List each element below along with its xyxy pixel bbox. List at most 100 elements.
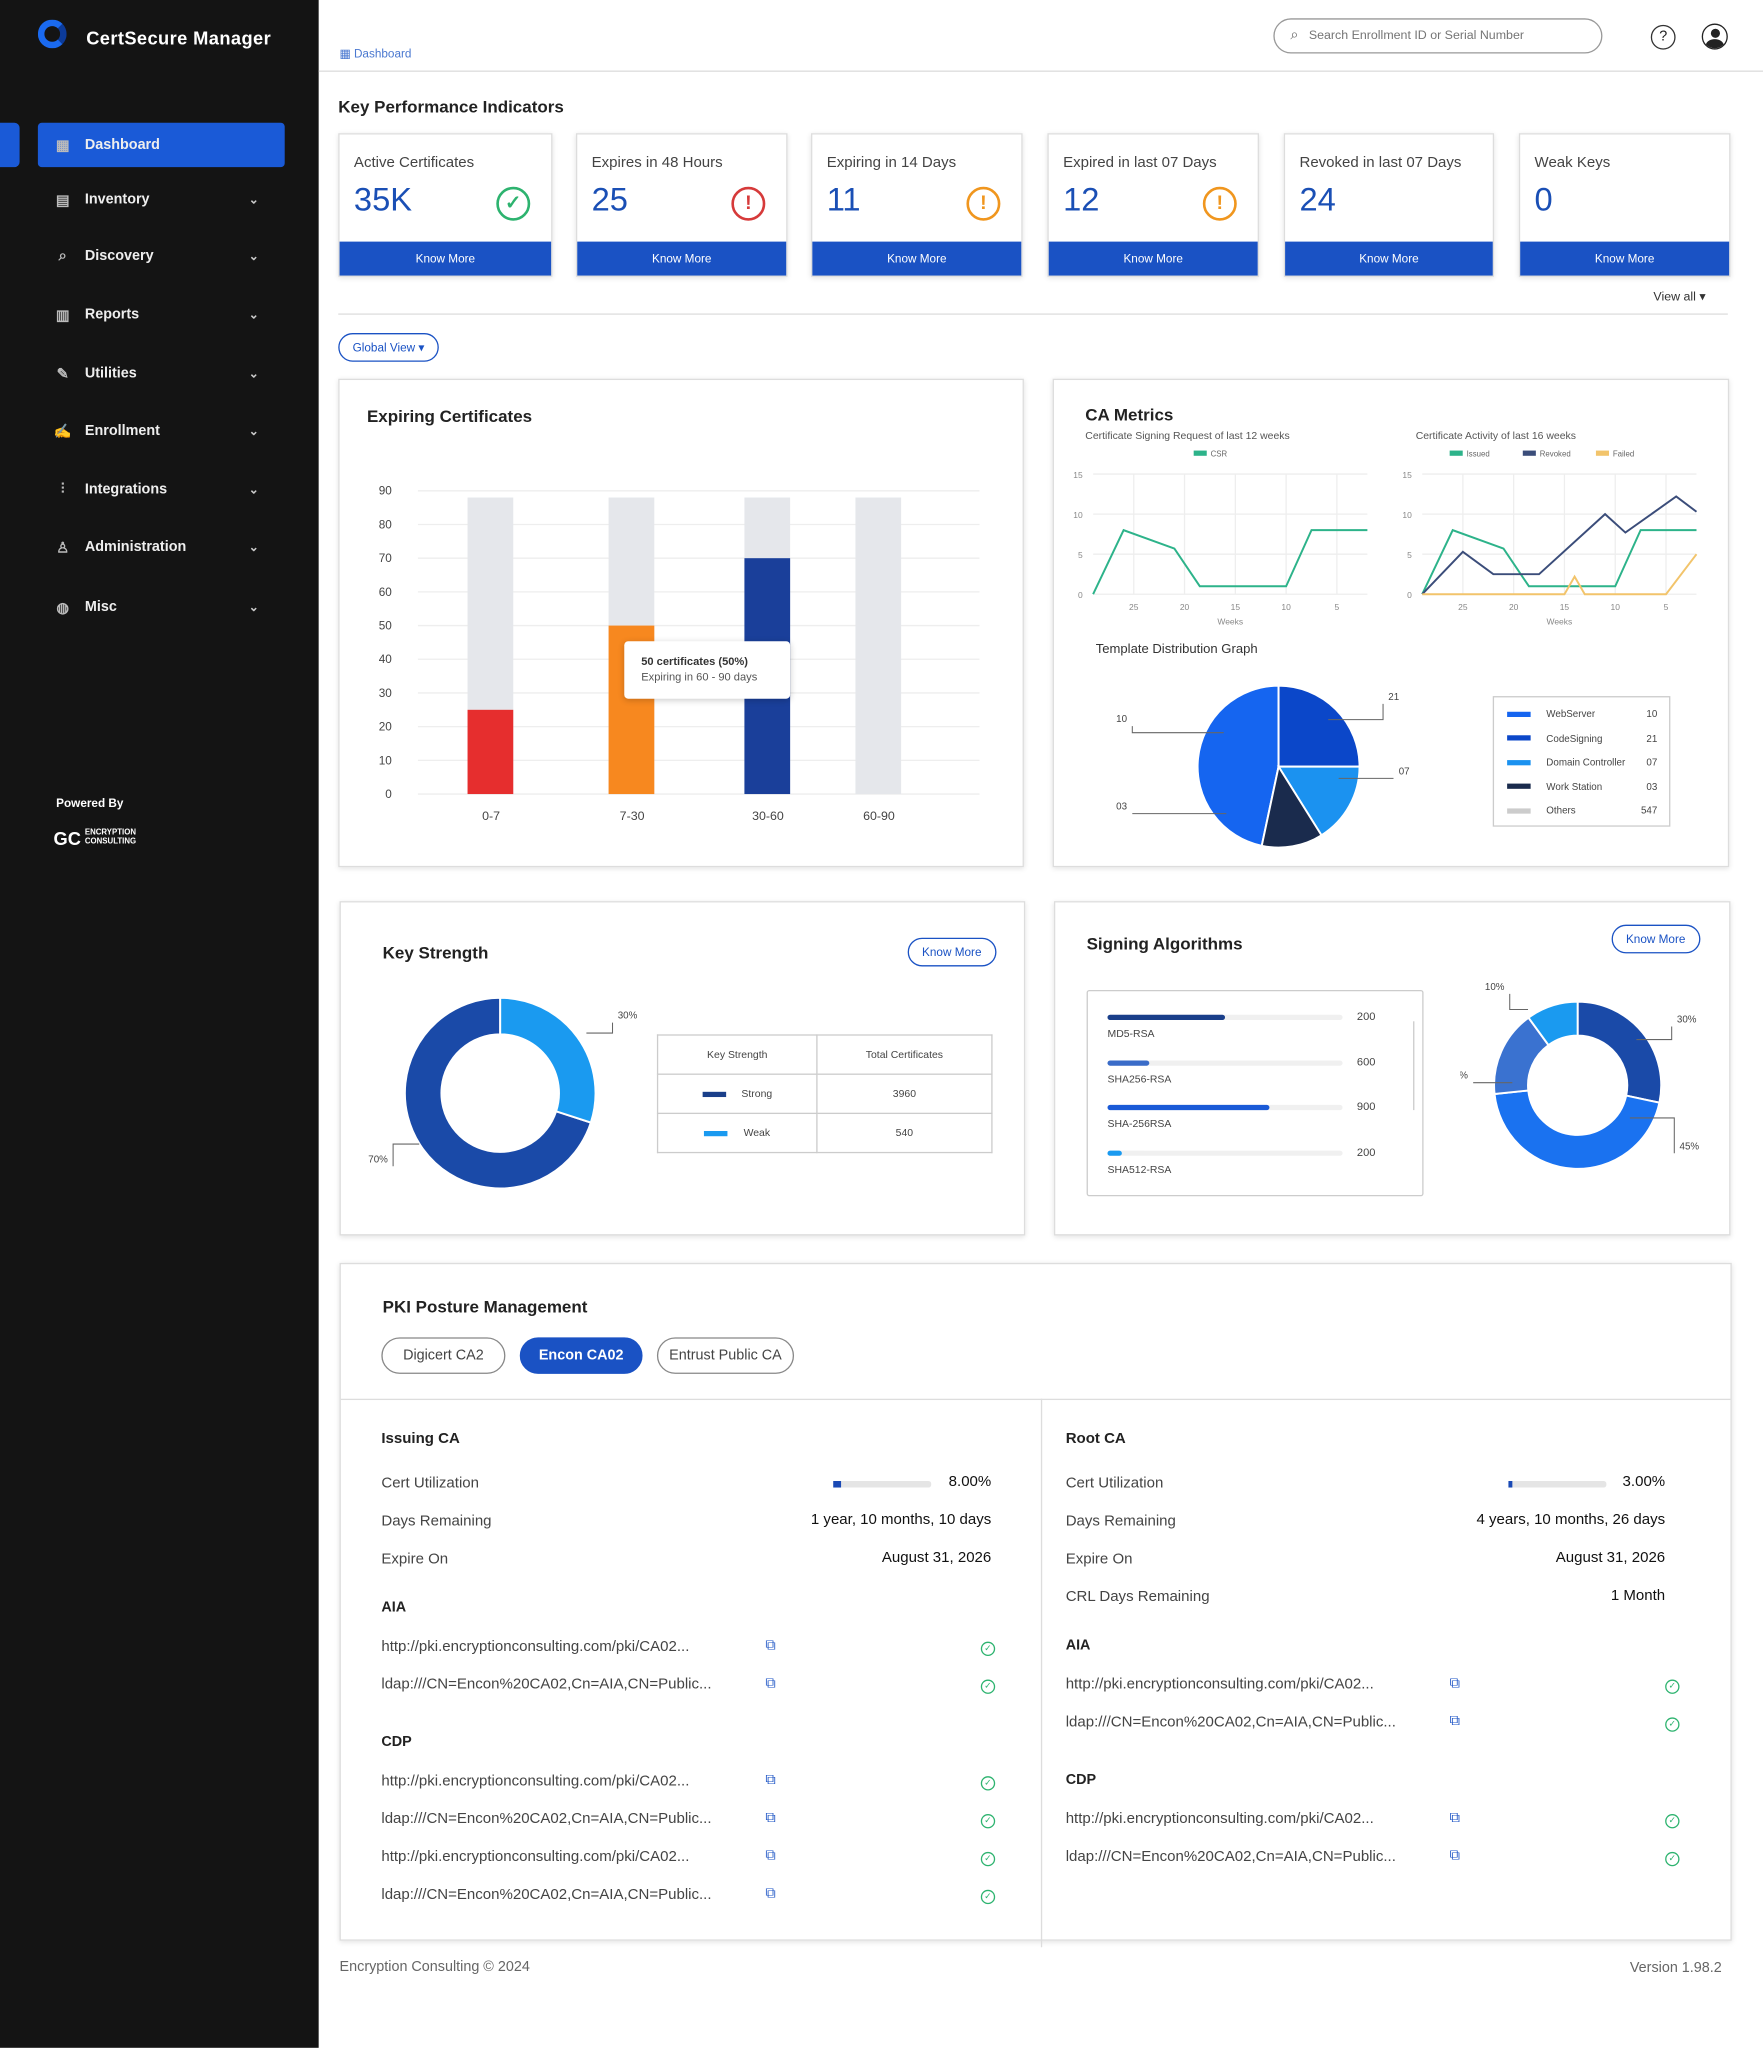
alert-circle-icon: ! [966,186,1001,221]
x-tick-label: 15 [1560,602,1570,612]
cdp-url-link[interactable]: ldap:///CN=Encon%20CA02,Cn=AIA,CN=Public… [1066,1849,1396,1865]
breadcrumb-dashboard[interactable]: Dashboard [354,47,412,60]
sidebar-item-label: Reports [84,306,140,323]
copy-icon[interactable]: ⧉ [1450,1676,1460,1693]
enroll-icon: ✍ [53,423,72,440]
csr-chart-title: Certificate Signing Request of last 12 w… [1085,429,1290,442]
admin-icon: ♙ [56,540,70,556]
kpi-card: Expires in 48 Hours 25! Know More [575,133,788,277]
aia-url-link[interactable]: http://pki.encryptionconsulting.com/pki/… [1066,1677,1374,1693]
chevron-down-icon: ⌄ [248,540,259,554]
sidebar-item-integrations[interactable]: ⫶ Integrations ⌄ [38,468,285,512]
y-tick-label: 0 [1407,590,1412,600]
kpi-label: Revoked in last 07 Days [1299,155,1462,172]
slice-label: 10% [1485,982,1505,993]
report-icon: ▥ [55,307,70,324]
help-icon[interactable]: ? [1650,24,1676,50]
sidebar-item-discovery[interactable]: ⌕ Discovery ⌄ [38,234,285,278]
scrollbar[interactable] [1413,1021,1415,1111]
aia-section-title: AIA [1065,1637,1091,1654]
know-more-button[interactable]: Know More [339,241,552,276]
sidebar-item-reports[interactable]: ▥ Reports ⌄ [38,293,285,337]
leader-line [586,1022,614,1034]
pie-slice [1576,1000,1663,1104]
signing-algorithms-title: Signing Algorithms [1086,933,1243,954]
search-icon: ⌕ [1290,27,1299,44]
footer-copyright: Encryption Consulting © 2024 [339,1959,530,1975]
search-box[interactable]: ⌕ [1273,18,1603,54]
aia-url-link[interactable]: ldap:///CN=Encon%20CA02,Cn=AIA,CN=Public… [1066,1715,1396,1731]
algorithm-list[interactable]: 200 MD5-RSA 600 SHA256-RSA 900 SHA-256RS… [1086,989,1424,1197]
app-logo-icon [37,19,67,49]
issuing-ca-title: Issuing CA [381,1431,460,1448]
sidebar-item-label: Inventory [84,191,150,208]
user-account-icon[interactable] [1701,23,1728,50]
check-circle-icon: ✓ [1665,1814,1680,1829]
know-more-button[interactable]: Know More [812,241,1022,276]
copy-icon[interactable]: ⧉ [1450,1713,1460,1730]
aia-url-link[interactable]: http://pki.encryptionconsulting.com/pki/… [381,1639,689,1655]
cdp-url-link[interactable]: http://pki.encryptionconsulting.com/pki/… [1066,1811,1374,1827]
info-value: August 31, 2026 [881,1550,992,1566]
global-view-dropdown[interactable]: Global View ▾ [338,333,439,362]
copy-icon[interactable]: ⧉ [1450,1848,1460,1865]
x-tick-label: 7-30 [620,809,645,823]
cdp-url-link[interactable]: ldap:///CN=Encon%20CA02,Cn=AIA,CN=Public… [381,1887,711,1903]
legend-label: Revoked [1540,449,1571,458]
legend-swatch [1507,783,1531,789]
copy-icon[interactable]: ⧉ [765,1676,775,1693]
pki-divider [340,1398,1731,1401]
know-more-button[interactable]: Know More [1285,241,1493,276]
leader-line [392,1143,420,1167]
search-input[interactable] [1306,27,1573,45]
legend-label: Failed [1613,449,1634,458]
kpi-divider [338,313,1728,315]
kpi-value: 24 [1299,181,1336,219]
kpi-card: Revoked in last 07 Days 24 Know More [1283,133,1495,277]
view-all-button[interactable]: View all ▾ [1653,290,1705,304]
know-more-button[interactable]: Know More [1520,241,1730,276]
check-circle-icon: ✓ [980,1851,996,1867]
y-tick-label: 40 [379,653,393,666]
copy-icon[interactable]: ⧉ [765,1886,775,1903]
know-more-button[interactable]: Know More [577,241,787,276]
legend-swatch [1507,807,1531,813]
copy-icon[interactable]: ⧉ [1450,1810,1460,1827]
copy-icon[interactable]: ⧉ [765,1848,775,1865]
sidebar-item-administration[interactable]: ♙ Administration ⌄ [38,525,285,569]
legend-item: CodeSigning 21 [1507,732,1657,744]
tab-encon-ca02[interactable]: Encon CA02 [519,1337,643,1374]
sidebar-item-utilities[interactable]: ✎ Utilities ⌄ [38,351,285,395]
tab-entrust-public-ca[interactable]: Entrust Public CA [656,1337,795,1374]
copy-icon[interactable]: ⧉ [765,1772,775,1789]
slice-label: 03 [1116,802,1127,813]
legend-item: Work Station 03 [1507,780,1657,792]
know-more-button[interactable]: Know More [1048,241,1258,276]
cdp-url-link[interactable]: http://pki.encryptionconsulting.com/pki/… [381,1774,689,1790]
sidebar-item-misc[interactable]: ◍ Misc ⌄ [38,585,285,629]
sidebar-item-dashboard[interactable]: ▦ Dashboard [37,122,285,168]
key-strength-know-more-button[interactable]: Know More [907,937,996,967]
cdp-url-link[interactable]: http://pki.encryptionconsulting.com/pki/… [381,1849,689,1865]
legend-item: WebServer 10 [1507,708,1657,720]
copy-icon[interactable]: ⧉ [765,1810,775,1827]
cdp-section-title: CDP [1065,1772,1097,1788]
chevron-down-icon: ⌄ [248,366,259,380]
check-circle-icon: ✓ [496,186,531,221]
signing-know-more-button[interactable]: Know More [1611,924,1700,954]
copy-icon[interactable]: ⧉ [765,1638,775,1655]
cdp-url-link[interactable]: ldap:///CN=Encon%20CA02,Cn=AIA,CN=Public… [381,1811,711,1827]
check-circle-icon: ✓ [980,1889,996,1905]
sidebar-item-inventory[interactable]: ▤ Inventory ⌄ [38,178,285,222]
leader-line [1509,993,1529,1011]
legend-swatch [1507,711,1531,717]
kpi-card: Expired in last 07 Days 12! Know More [1047,133,1259,277]
x-tick-label: 20 [1509,602,1519,612]
pie-slice [1277,684,1361,768]
aia-url-link[interactable]: ldap:///CN=Encon%20CA02,Cn=AIA,CN=Public… [381,1677,711,1693]
tab-digicert-ca2[interactable]: Digicert CA2 [381,1337,506,1374]
sidebar-item-enrollment[interactable]: ✍ Enrollment ⌄ [38,409,285,453]
breadcrumb[interactable]: ▦ Dashboard [340,47,412,61]
search-icon: ⌕ [58,247,67,264]
aia-section-title: AIA [381,1599,407,1616]
